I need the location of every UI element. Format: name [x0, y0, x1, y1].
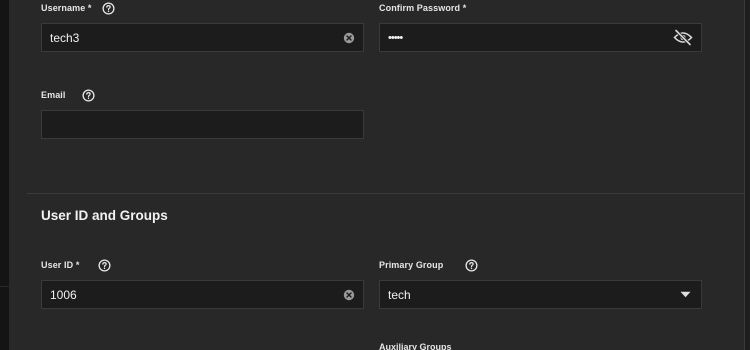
section-divider: [27, 193, 744, 194]
confirm-password-label-row: Confirm Password *: [379, 0, 466, 16]
username-label: Username *: [41, 3, 92, 13]
email-label: Email: [41, 90, 66, 100]
primary-group-value: tech: [388, 287, 411, 302]
sidebar-seam: [0, 286, 9, 287]
primary-group-label-row: Primary Group: [379, 257, 478, 273]
user-id-value: 1006: [50, 287, 77, 302]
section-title: User ID and Groups: [41, 208, 168, 223]
help-circle-icon[interactable]: [464, 258, 478, 272]
primary-group-label: Primary Group: [379, 260, 444, 270]
username-label-row: Username *: [41, 0, 116, 16]
page: Username * tech3 Confirm Password * ••••…: [0, 0, 750, 350]
help-circle-icon[interactable]: [102, 1, 116, 15]
eye-off-icon[interactable]: [673, 29, 693, 46]
primary-group-select[interactable]: tech: [379, 280, 702, 309]
scrollbar-track[interactable]: [744, 0, 750, 350]
user-id-label-row: User ID *: [41, 257, 111, 273]
caret-down-icon[interactable]: [680, 291, 691, 298]
username-value: tech3: [50, 30, 80, 45]
help-circle-icon[interactable]: [82, 88, 96, 102]
clear-circle-icon[interactable]: [343, 289, 355, 301]
user-id-label: User ID *: [41, 260, 80, 270]
confirm-password-input[interactable]: •••••: [379, 23, 702, 52]
left-sidebar-edge: [0, 0, 9, 350]
confirm-password-label: Confirm Password *: [379, 3, 467, 13]
clear-circle-icon[interactable]: [343, 32, 355, 44]
help-circle-icon[interactable]: [97, 258, 111, 272]
auxiliary-groups-label: Auxiliary Groups: [379, 342, 452, 350]
email-input[interactable]: [41, 110, 364, 139]
email-label-row: Email: [41, 87, 96, 103]
confirm-password-value: •••••: [388, 31, 403, 44]
user-id-input[interactable]: 1006: [41, 280, 364, 309]
username-input[interactable]: tech3: [41, 23, 364, 52]
